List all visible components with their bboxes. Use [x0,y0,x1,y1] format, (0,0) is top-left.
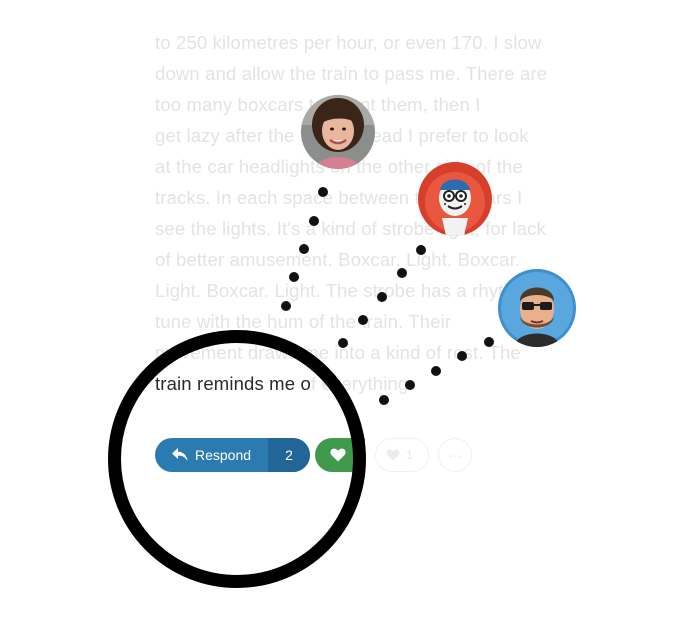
connector-dot [299,244,309,254]
user-avatar[interactable] [301,95,375,169]
ellipsis-icon: ··· [448,447,462,463]
connector-dot [416,245,426,255]
connector-dot [484,337,494,347]
connector-dot [309,216,319,226]
article-last-line: train reminds me of everything. [155,368,590,399]
highlighted-text: train reminds me o [155,373,311,394]
faded-text: f everything. [310,373,414,394]
reply-arrow-icon [172,448,188,461]
like-count: 1 [406,448,413,462]
avatar-illustrated-man [498,269,576,347]
connector-dot [431,366,441,376]
connector-dot [405,380,415,390]
article-line: too many boxcars to count them, then I [155,94,481,115]
stage: to 250 kilometres per hour, or even 170.… [0,0,678,632]
connector-dot [358,315,368,325]
respond-main[interactable]: Respond [155,438,268,472]
article-line: down and allow the train to pass me. The… [155,63,548,84]
connector-dot [377,292,387,302]
article-line: to 250 kilometres per hour, or even 170.… [155,32,542,53]
avatar-cartoon-robot [418,162,492,236]
connector-dot [281,301,291,311]
article-line: see the lights. It's a kind of strobe li… [155,218,546,239]
connector-dot [457,351,467,361]
user-avatar[interactable] [418,162,492,236]
user-avatar[interactable] [498,269,576,347]
more-options-button[interactable]: ··· [438,438,472,472]
heart-icon [386,449,400,461]
connector-dot [289,272,299,282]
respond-count[interactable]: 2 [268,438,310,472]
avatar-woman-portrait [301,95,375,169]
like-count-button[interactable]: 1 [375,438,429,472]
article-line: tracks. In each space between the boxcar… [155,187,523,208]
connector-dot [338,338,348,348]
connector-dot [318,187,328,197]
respond-button[interactable]: Respond 2 [155,438,310,472]
heart-icon [330,448,346,462]
article-line: at the car headlights on the other side … [155,156,523,177]
connector-dot [397,268,407,278]
respond-label: Respond [195,447,252,463]
like-button[interactable] [315,438,365,472]
connector-dot [379,395,389,405]
